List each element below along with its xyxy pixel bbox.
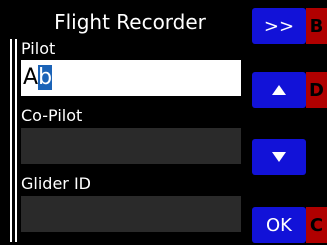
glider-id-label: Glider ID <box>21 174 91 193</box>
up-arrow-icon <box>272 85 286 95</box>
scrollbar[interactable] <box>10 39 17 242</box>
co-pilot-label: Co-Pilot <box>21 106 83 125</box>
co-pilot-field[interactable] <box>21 128 241 164</box>
pilot-value-text: A <box>23 65 39 90</box>
next-button[interactable]: >> <box>252 8 306 44</box>
ok-hotkey-label: C <box>306 207 327 243</box>
next-hotkey-label: B <box>306 8 327 44</box>
down-button[interactable] <box>252 139 306 175</box>
page-title: Flight Recorder <box>54 10 206 34</box>
up-button[interactable] <box>252 72 306 108</box>
pilot-label: Pilot <box>21 39 56 58</box>
glider-id-field[interactable] <box>21 196 241 232</box>
text-cursor: b <box>38 65 53 90</box>
pilot-value: Ab <box>23 64 53 92</box>
ok-button[interactable]: OK <box>252 207 306 243</box>
down-arrow-icon <box>272 152 286 162</box>
pilot-field[interactable]: Ab <box>21 60 241 96</box>
up-hotkey-label: D <box>306 72 327 108</box>
